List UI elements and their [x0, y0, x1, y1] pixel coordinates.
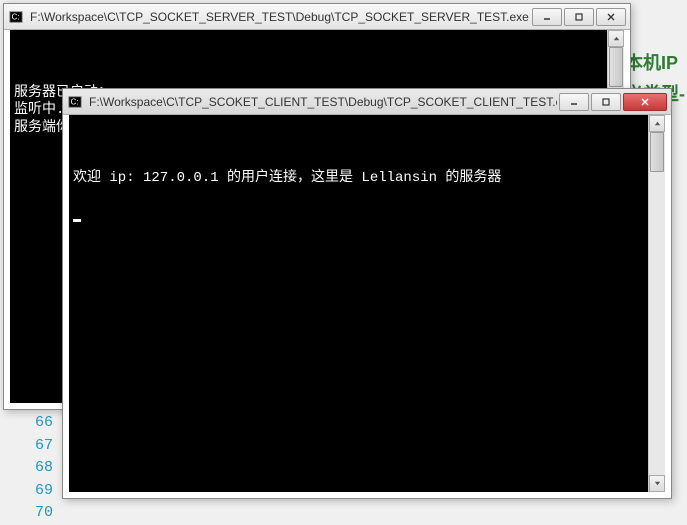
text-cursor: [73, 219, 81, 222]
line-number: 68: [35, 457, 53, 480]
line-number: 67: [35, 435, 53, 458]
scroll-down-button[interactable]: [649, 475, 665, 492]
maximize-button[interactable]: [564, 8, 594, 26]
line-number: 69: [35, 480, 53, 503]
client-console-output: 欢迎 ip: 127.0.0.1 的用户连接，这里是 Lellansin 的服务…: [69, 115, 665, 492]
console-line: 欢迎 ip: 127.0.0.1 的用户连接，这里是 Lellansin 的服务…: [73, 170, 501, 186]
svg-text:C:: C:: [12, 12, 20, 21]
client-window-title: F:\Workspace\C\TCP_SCOKET_CLIENT_TEST\De…: [89, 95, 557, 109]
server-window-title: F:\Workspace\C\TCP_SOCKET_SERVER_TEST\De…: [30, 10, 530, 24]
editor-line-numbers: 66 67 68 69 70: [35, 412, 53, 525]
scroll-up-button[interactable]: [608, 30, 624, 47]
close-button[interactable]: [623, 93, 667, 111]
client-scrollbar[interactable]: [648, 115, 665, 492]
console-app-icon: C:: [8, 9, 24, 25]
line-number: 70: [35, 502, 53, 525]
server-window-controls: [530, 8, 626, 26]
scroll-up-button[interactable]: [649, 115, 665, 132]
server-titlebar[interactable]: C: F:\Workspace\C\TCP_SOCKET_SERVER_TEST…: [4, 4, 630, 30]
bg-text-line: 本机IP: [625, 48, 685, 79]
minimize-button[interactable]: [559, 93, 589, 111]
client-titlebar[interactable]: C: F:\Workspace\C\TCP_SCOKET_CLIENT_TEST…: [63, 89, 671, 115]
client-console-window[interactable]: C: F:\Workspace\C\TCP_SCOKET_CLIENT_TEST…: [62, 88, 672, 499]
scroll-track[interactable]: [649, 132, 665, 475]
maximize-button[interactable]: [591, 93, 621, 111]
close-button[interactable]: [596, 8, 626, 26]
client-window-controls: [557, 93, 667, 111]
console-app-icon: C:: [67, 94, 83, 110]
svg-text:C:: C:: [71, 97, 79, 106]
scroll-thumb[interactable]: [650, 132, 664, 172]
minimize-button[interactable]: [532, 8, 562, 26]
scroll-thumb[interactable]: [609, 47, 623, 87]
line-number: 66: [35, 412, 53, 435]
